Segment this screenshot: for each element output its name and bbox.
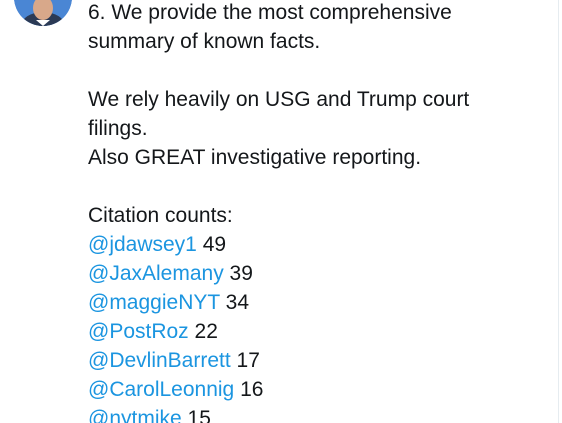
mention-link[interactable]: @PostRoz	[88, 320, 189, 343]
line-break	[88, 56, 548, 85]
citation-row: @PostRoz 22	[88, 317, 548, 346]
tweet-line: We rely heavily on USG and Trump court	[88, 88, 470, 111]
citation-row: @nytmike 15	[88, 404, 548, 423]
tweet-line: filings.	[88, 117, 148, 140]
citation-count: 39	[229, 262, 253, 285]
avatar[interactable]	[14, 0, 72, 26]
tweet-line: 6. We provide the most comprehensive	[88, 1, 452, 24]
mention-link[interactable]: @maggieNYT	[88, 291, 220, 314]
citation-row: @CarolLeonnig 16	[88, 375, 548, 404]
citation-count: 15	[187, 407, 211, 423]
citation-heading: Citation counts:	[88, 204, 233, 227]
citation-row: @JaxAlemany 39	[88, 259, 548, 288]
citation-count: 49	[202, 233, 227, 256]
mention-link[interactable]: @nytmike	[88, 407, 182, 423]
mention-link[interactable]: @JaxAlemany	[88, 262, 224, 285]
citation-count: 16	[240, 378, 264, 401]
mention-link[interactable]: @DevlinBarrett	[88, 349, 231, 372]
mention-link[interactable]: @CarolLeonnig	[88, 378, 234, 401]
tweet-text: 6. We provide the most comprehensive sum…	[88, 0, 548, 423]
tweet-line: Also GREAT investigative reporting.	[88, 146, 422, 169]
citation-count: 34	[225, 291, 250, 314]
mention-link[interactable]: @jdawsey1	[88, 233, 197, 256]
tweet-line: summary of known facts.	[88, 30, 321, 53]
citation-count: 22	[194, 320, 218, 343]
citation-count: 17	[236, 349, 260, 372]
timeline-right-border	[558, 0, 559, 423]
line-break	[88, 172, 548, 201]
citation-row: @DevlinBarrett 17	[88, 346, 548, 375]
citation-row: @maggieNYT 34	[88, 288, 548, 317]
citation-row: @jdawsey1 49	[88, 230, 548, 259]
